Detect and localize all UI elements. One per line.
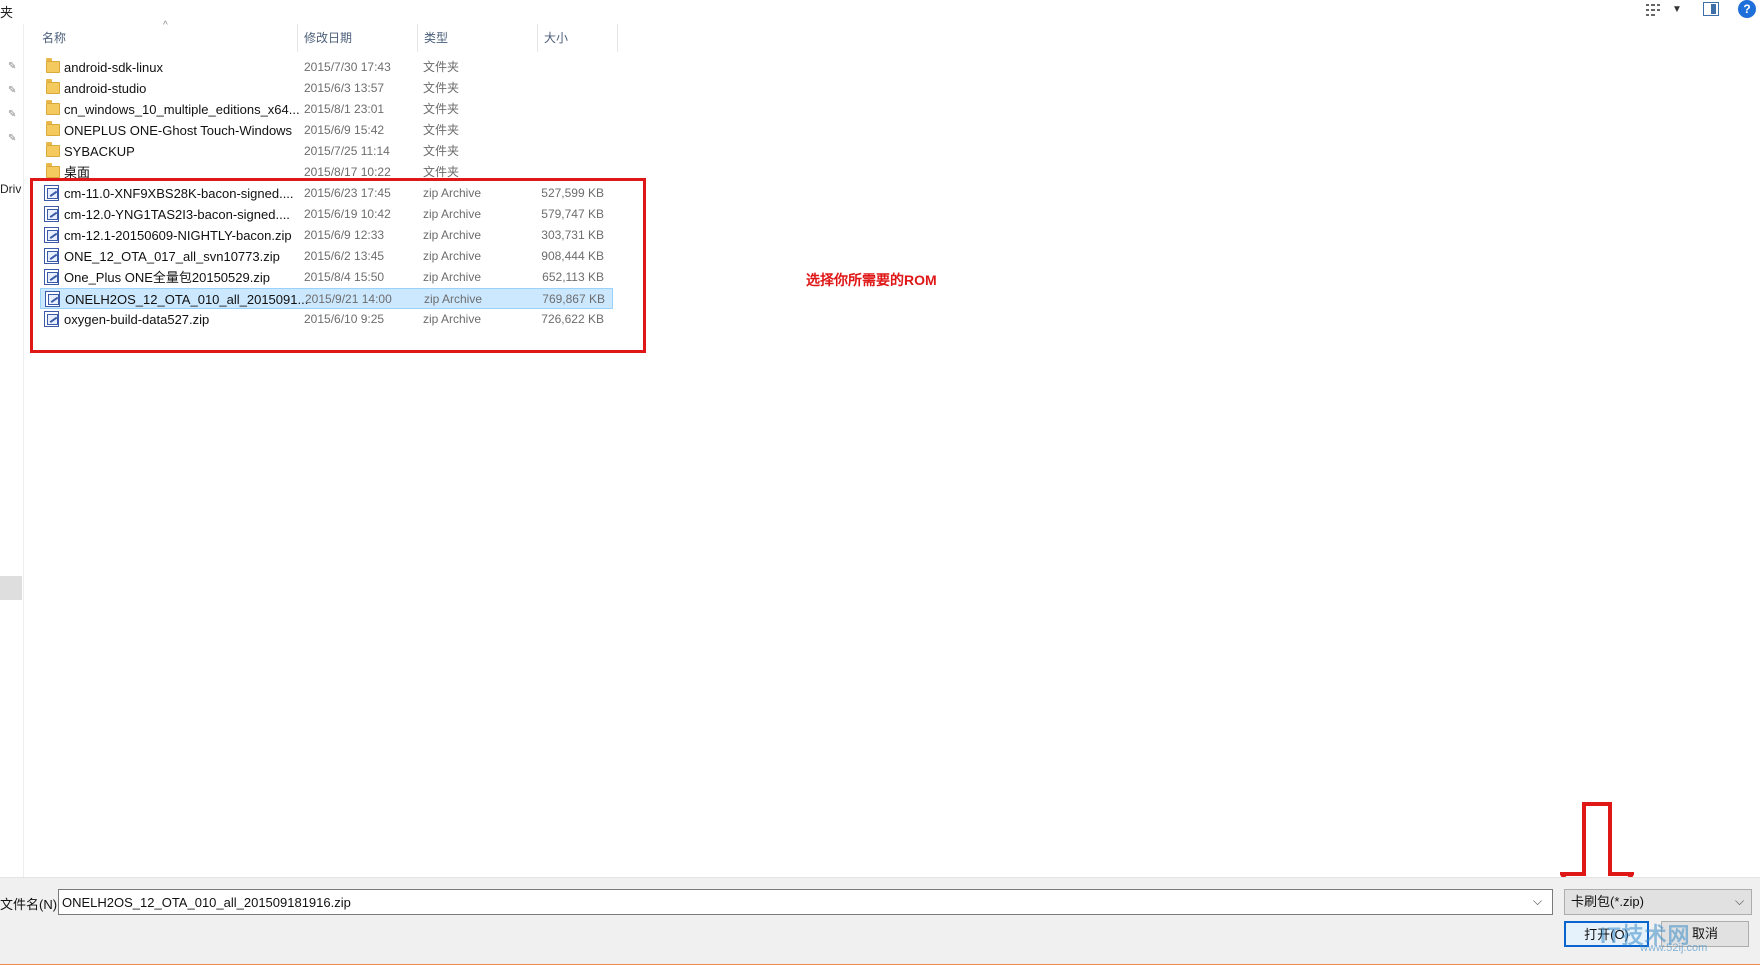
folder-icon — [46, 163, 60, 178]
column-header-size[interactable]: 大小 — [538, 24, 618, 52]
file-name: ONEPLUS ONE-Ghost Touch-Windows — [64, 123, 293, 138]
file-name: android-studio — [64, 81, 147, 96]
file-name: android-sdk-linux — [64, 60, 163, 75]
list-item[interactable]: android-sdk-linux 2015/7/30 17:43 文件夹 — [40, 57, 613, 78]
list-item[interactable]: cn_windows_10_multiple_editions_x64... 2… — [40, 99, 613, 120]
file-type: 文件夹 — [423, 81, 460, 95]
navigation-pane: ✎ ✎ ✎ ✎ Driv — [0, 24, 24, 877]
list-item[interactable]: SYBACKUP 2015/7/25 11:14 文件夹 — [40, 141, 613, 162]
file-type-filter[interactable]: 卡刷包(*.zip) — [1564, 889, 1752, 915]
folder-icon — [46, 100, 60, 115]
nav-item-drive[interactable]: Driv — [0, 182, 21, 196]
folder-icon — [46, 142, 60, 157]
toolbar: 夹 ▼ ? — [0, 0, 1760, 24]
file-date: 2015/8/1 23:01 — [304, 102, 385, 116]
help-icon[interactable]: ? — [1738, 0, 1756, 18]
pin-icon[interactable]: ✎ — [8, 62, 18, 72]
folder-icon — [46, 58, 60, 73]
file-name: SYBACKUP — [64, 144, 135, 159]
file-date: 2015/8/17 10:22 — [304, 165, 391, 178]
file-date: 2015/6/9 15:42 — [304, 123, 385, 137]
file-type: 文件夹 — [423, 60, 460, 74]
filename-input[interactable] — [58, 889, 1553, 915]
pin-icon[interactable]: ✎ — [8, 86, 18, 96]
file-name: cn_windows_10_multiple_editions_x64... — [64, 102, 300, 117]
list-item[interactable]: 桌面 2015/8/17 10:22 文件夹 — [40, 162, 613, 178]
column-header-name[interactable]: 名称 — [36, 24, 298, 52]
column-header-type[interactable]: 类型 — [418, 24, 538, 52]
list-item[interactable]: ONEPLUS ONE-Ghost Touch-Windows 2015/6/9… — [40, 120, 613, 141]
annotation-text: 选择你所需要的ROM — [806, 272, 937, 288]
highlight-box — [30, 178, 646, 353]
chevron-down-icon[interactable]: ⌵ — [1735, 894, 1744, 909]
pin-icon[interactable]: ✎ — [8, 134, 18, 144]
file-type: 文件夹 — [423, 102, 460, 116]
column-header-date[interactable]: 修改日期 — [298, 24, 418, 52]
file-type: 文件夹 — [423, 123, 460, 137]
breadcrumb[interactable]: 夹 — [0, 2, 13, 21]
pin-icon[interactable]: ✎ — [8, 110, 18, 120]
file-date: 2015/7/30 17:43 — [304, 60, 391, 74]
preview-pane-icon[interactable] — [1703, 2, 1719, 16]
folder-icon — [46, 121, 60, 136]
file-type: 文件夹 — [423, 165, 460, 178]
nav-scrollbar[interactable] — [0, 576, 22, 600]
chevron-down-icon[interactable]: ⌵ — [1533, 894, 1542, 909]
file-name: 桌面 — [64, 165, 91, 178]
folder-icon — [46, 79, 60, 94]
watermark-url: www.52ij.com — [1640, 942, 1708, 954]
list-item[interactable]: android-studio 2015/6/3 13:57 文件夹 — [40, 78, 613, 99]
file-date: 2015/7/25 11:14 — [304, 144, 390, 158]
view-options-icon[interactable] — [1646, 3, 1664, 17]
file-type: 文件夹 — [423, 144, 460, 158]
dialog-footer: 文件名(N): ⌵ 卡刷包(*.zip) ⌵ 打开(O) 取消 — [0, 877, 1760, 965]
view-dropdown-icon[interactable]: ▼ — [1672, 4, 1682, 15]
file-date: 2015/6/3 13:57 — [304, 81, 385, 95]
filename-label: 文件名(N): — [0, 897, 61, 912]
